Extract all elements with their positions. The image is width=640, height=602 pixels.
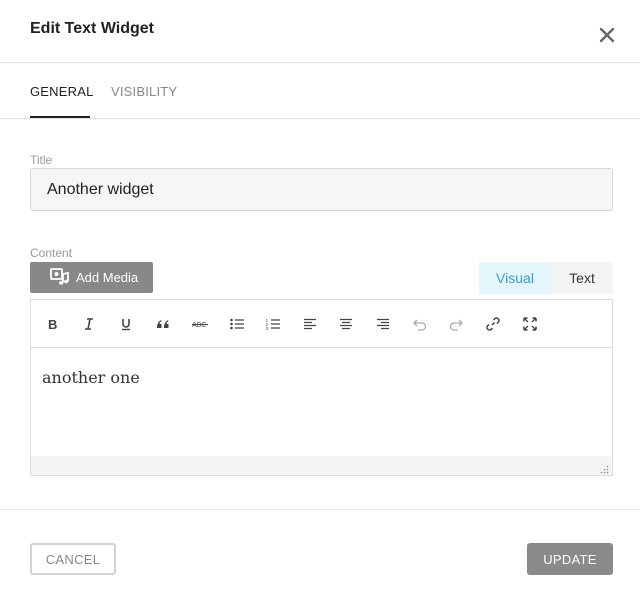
align-right-icon[interactable] bbox=[373, 314, 393, 334]
dialog-title: Edit Text Widget bbox=[30, 20, 154, 37]
italic-icon[interactable] bbox=[79, 314, 99, 334]
editor-content-text: another one bbox=[42, 368, 140, 387]
underline-icon[interactable] bbox=[116, 314, 136, 334]
editor-toolbar: B ABC 123 bbox=[31, 300, 612, 348]
svg-text:ABC: ABC bbox=[192, 322, 206, 329]
bullet-list-icon[interactable] bbox=[227, 314, 247, 334]
active-tab-indicator bbox=[30, 116, 90, 118]
strikethrough-icon[interactable]: ABC bbox=[190, 314, 210, 334]
editor-statusbar bbox=[31, 456, 612, 475]
rich-text-editor: B ABC 123 another one bbox=[30, 299, 613, 476]
media-icon bbox=[50, 268, 70, 286]
cancel-button[interactable]: CANCEL bbox=[30, 543, 116, 575]
fullscreen-icon[interactable] bbox=[520, 314, 540, 334]
editor-content-area[interactable]: another one bbox=[31, 348, 612, 456]
undo-icon[interactable] bbox=[410, 314, 430, 334]
footer-divider bbox=[0, 509, 640, 510]
tab-general[interactable]: GENERAL bbox=[30, 84, 94, 99]
tab-bar: GENERAL VISIBILITY bbox=[0, 63, 640, 119]
tab-text[interactable]: Text bbox=[551, 262, 613, 294]
content-label: Content bbox=[30, 246, 73, 260]
close-icon[interactable] bbox=[597, 25, 617, 45]
align-left-icon[interactable] bbox=[300, 314, 320, 334]
add-media-label: Add Media bbox=[76, 270, 139, 285]
title-input[interactable] bbox=[30, 168, 613, 211]
align-center-icon[interactable] bbox=[336, 314, 356, 334]
svg-text:3: 3 bbox=[266, 326, 269, 331]
numbered-list-icon[interactable]: 123 bbox=[263, 314, 283, 334]
tab-visibility[interactable]: VISIBILITY bbox=[111, 84, 177, 99]
update-button[interactable]: UPDATE bbox=[527, 543, 613, 575]
svg-text:B: B bbox=[48, 317, 57, 331]
editor-mode-switch: Visual Text bbox=[479, 262, 613, 294]
resize-grip-icon[interactable] bbox=[599, 462, 609, 474]
add-media-button[interactable]: Add Media bbox=[30, 262, 153, 293]
tab-visual[interactable]: Visual bbox=[479, 262, 551, 294]
link-icon[interactable] bbox=[483, 314, 503, 334]
bold-icon[interactable]: B bbox=[43, 314, 63, 334]
edit-text-widget-dialog: Edit Text Widget GENERAL VISIBILITY Titl… bbox=[0, 0, 640, 602]
redo-icon[interactable] bbox=[446, 314, 466, 334]
dialog-header: Edit Text Widget bbox=[0, 0, 640, 63]
blockquote-icon[interactable] bbox=[153, 314, 173, 334]
title-label: Title bbox=[30, 153, 53, 167]
